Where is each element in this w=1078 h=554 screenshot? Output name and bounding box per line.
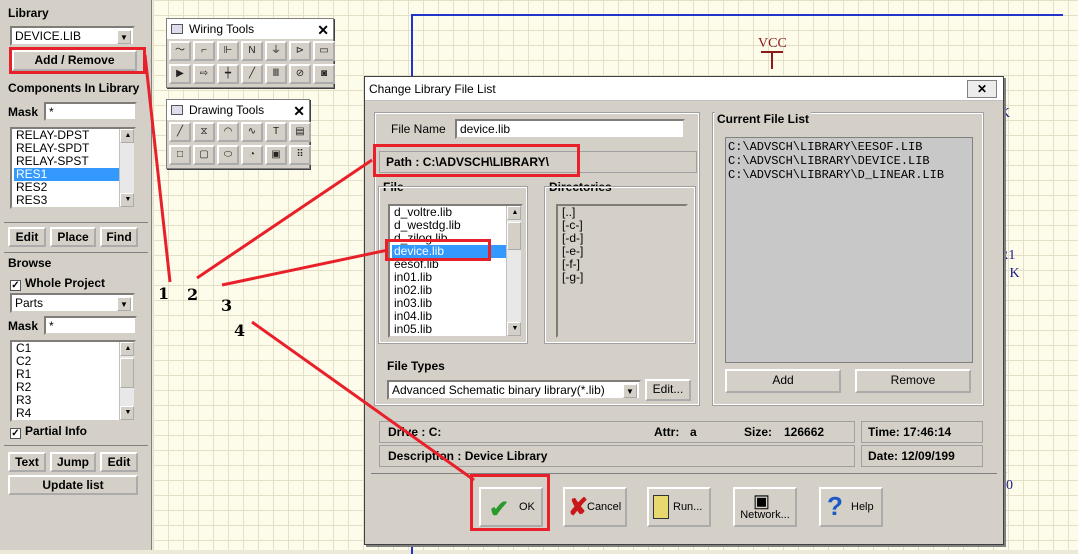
callout-4: 4 (234, 321, 246, 340)
annotation-lines (143, 54, 475, 482)
callout-2: 2 (187, 285, 199, 304)
callout-3: 3 (221, 296, 233, 315)
callout-1: 1 (158, 284, 170, 303)
